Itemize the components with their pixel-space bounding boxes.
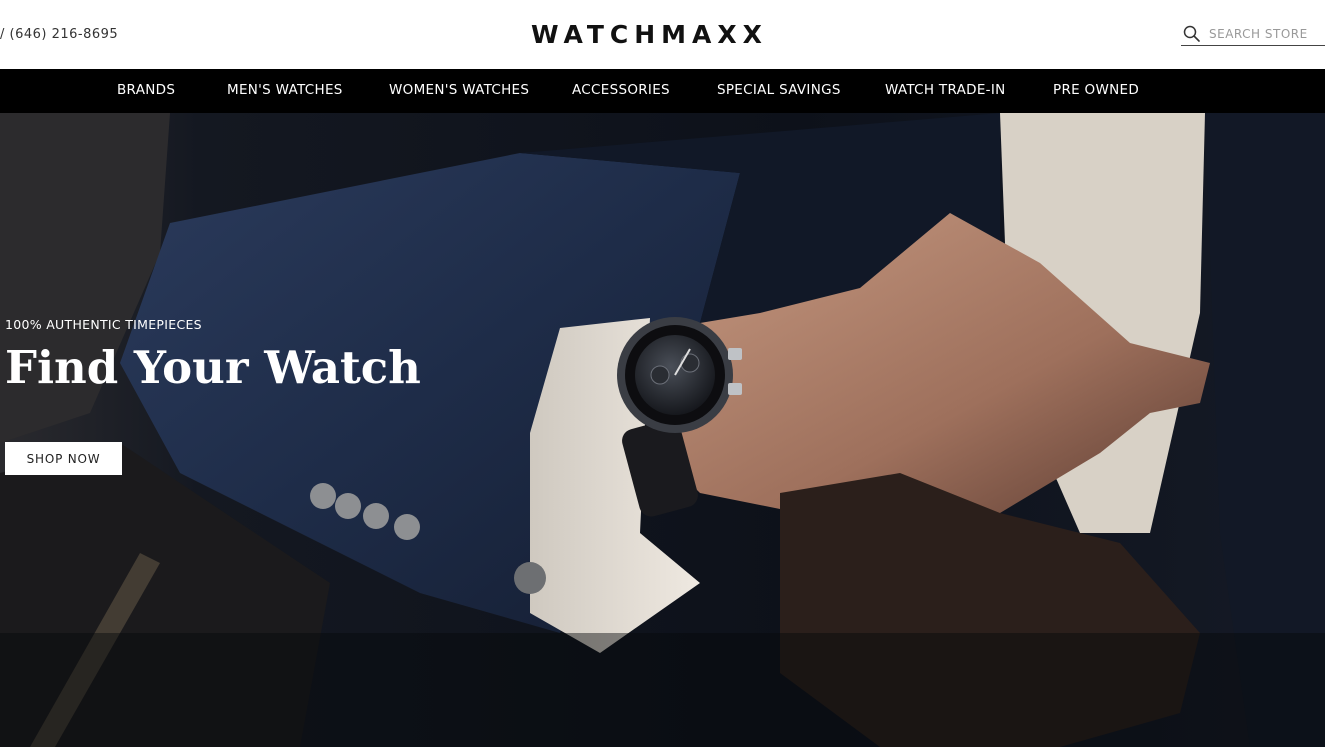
hero-eyebrow: 100% AUTHENTIC TIMEPIECES <box>5 317 202 332</box>
phone-number[interactable]: / (646) 216-8695 <box>0 27 118 42</box>
nav-item-brands[interactable]: BRANDS <box>117 82 175 98</box>
nav-item-womens-watches[interactable]: WOMEN'S WATCHES <box>389 82 529 98</box>
search-input[interactable] <box>1209 26 1319 41</box>
nav-item-pre-owned[interactable]: PRE OWNED <box>1053 82 1139 98</box>
search-icon[interactable] <box>1183 25 1201 43</box>
nav-item-special-savings[interactable]: SPECIAL SAVINGS <box>717 82 841 98</box>
main-nav: BRANDS MEN'S WATCHES WOMEN'S WATCHES ACC… <box>0 69 1325 113</box>
search-box[interactable] <box>1181 22 1325 46</box>
top-header: / (646) 216-8695 WATCHMAXX <box>0 0 1325 69</box>
nav-item-mens-watches[interactable]: MEN'S WATCHES <box>227 82 343 98</box>
hero-headline: Find Your Watch <box>5 341 421 394</box>
shop-now-button[interactable]: SHOP NOW <box>5 442 122 475</box>
hero-banner: 100% AUTHENTIC TIMEPIECES Find Your Watc… <box>0 113 1325 747</box>
site-logo[interactable]: WATCHMAXX <box>531 20 768 49</box>
nav-item-watch-trade-in[interactable]: WATCH TRADE-IN <box>885 82 1006 98</box>
nav-item-accessories[interactable]: ACCESSORIES <box>572 82 670 98</box>
hero-background-image <box>0 113 1325 747</box>
